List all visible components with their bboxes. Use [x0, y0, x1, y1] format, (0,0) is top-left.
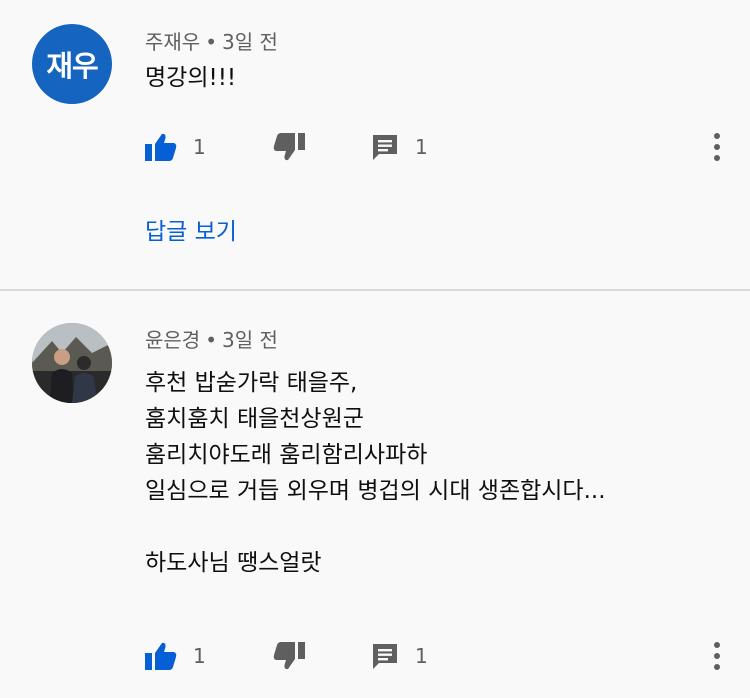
more-vert-icon[interactable] — [713, 642, 721, 670]
dislike-button[interactable] — [273, 636, 305, 676]
thumbs-up-icon — [145, 133, 177, 161]
more-vert-icon[interactable] — [713, 133, 721, 161]
comment-card: 윤은경 • 3일 전 후천 밥숟가락 태을주, 훔치훔치 태을천상원군 훔리치야도래… — [0, 291, 750, 698]
reply-count: 1 — [415, 644, 428, 668]
comment-line: 훔리치야도래 훔리함리사파하 — [145, 442, 428, 468]
comment-line: 후천 밥숟가락 태을주, — [145, 370, 358, 396]
comment-line: 일심으로 거듭 외우며 병겁의 시대 생존합시다... — [145, 478, 606, 504]
view-replies-link[interactable]: 답글 보기 — [145, 212, 237, 246]
separator-dot: • — [205, 30, 217, 54]
comment-meta: 주재우 • 3일 전 — [145, 26, 278, 55]
reply-button[interactable]: 1 — [371, 636, 428, 676]
reply-button[interactable]: 1 — [371, 127, 428, 167]
comment-card: 재우 주재우 • 3일 전 명강의!!! 1 1 답글 보기 — [0, 0, 750, 290]
like-count: 1 — [193, 135, 206, 159]
author-name[interactable]: 윤은경 — [145, 328, 200, 352]
like-button[interactable]: 1 — [145, 127, 206, 167]
comment-time: 3일 전 — [222, 328, 278, 352]
comment-line — [145, 509, 606, 545]
separator-dot: • — [205, 328, 217, 352]
reply-comment-icon — [373, 644, 397, 669]
comment-text: 명강의!!! — [145, 60, 236, 96]
avatar[interactable] — [32, 323, 112, 403]
comment-meta: 윤은경 • 3일 전 — [145, 324, 278, 353]
comment-text: 후천 밥숟가락 태을주, 훔치훔치 태을천상원군 훔리치야도래 훔리함리사파하 … — [145, 365, 606, 581]
author-name[interactable]: 주재우 — [145, 30, 200, 54]
comment-time: 3일 전 — [222, 30, 278, 54]
comment-line: 훔치훔치 태을천상원군 — [145, 406, 364, 432]
like-button[interactable]: 1 — [145, 636, 206, 676]
avatar[interactable]: 재우 — [32, 24, 112, 104]
thumbs-down-icon — [273, 133, 305, 161]
comment-line: 하도사님 땡스얼랏 — [145, 550, 322, 576]
thumbs-down-icon — [273, 642, 305, 670]
like-count: 1 — [193, 644, 206, 668]
thumbs-up-icon — [145, 642, 177, 670]
reply-count: 1 — [415, 135, 428, 159]
avatar-photo-icon — [32, 323, 112, 403]
comment-actions: 1 1 — [145, 636, 735, 676]
comment-actions: 1 1 — [145, 127, 735, 167]
comment-line: 명강의!!! — [145, 65, 237, 91]
reply-comment-icon — [373, 135, 397, 160]
dislike-button[interactable] — [273, 127, 305, 167]
